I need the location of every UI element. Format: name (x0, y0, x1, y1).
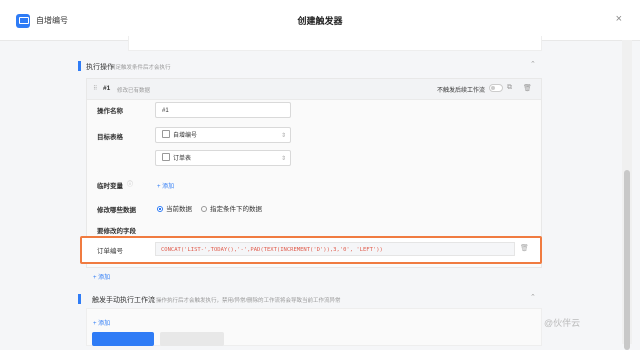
collapse-icon[interactable]: ⌃ (530, 293, 536, 301)
radio-condition-label: 指定条件下的数据 (210, 206, 262, 213)
close-icon[interactable]: × (616, 13, 622, 25)
add-manual-link[interactable]: + 添加 (93, 318, 110, 327)
fields-label: 要修改的字段 (97, 228, 136, 235)
target-table-select[interactable]: 订单表 ⇕ (155, 150, 291, 166)
formula-text: CONCAT('LIST-',TODAY(),'-',PAD(TEXT(INCR… (161, 247, 383, 253)
collapse-icon[interactable]: ⌃ (530, 60, 536, 68)
info-icon[interactable]: ⓘ (127, 179, 133, 188)
dialog-title: 创建触发器 (297, 16, 343, 26)
radio-current-icon[interactable] (157, 206, 163, 212)
manual-section-description: 操作执行后才会触发执行，禁用/异常/删除的工作流将会导致当前工作流异常 (156, 298, 341, 304)
action-index: #1 (103, 85, 111, 92)
radio-condition-icon[interactable] (201, 206, 207, 212)
section-marker (78, 61, 81, 71)
target-app-value: 自增编号 (173, 133, 198, 139)
temp-var-label: 临时变量 (97, 183, 123, 190)
no-trigger-toggle[interactable] (489, 84, 503, 92)
field-name: 订单编号 (97, 248, 123, 255)
select-arrows-icon: ⇕ (280, 156, 286, 162)
name-value: #1 (162, 108, 169, 114)
copy-icon[interactable]: ⧉ (507, 84, 512, 92)
name-input[interactable]: #1 (155, 102, 291, 118)
section-marker (78, 294, 81, 304)
action-header: ⠿ #1 修改已有数据 不触发后续工作流 ⧉ 🗑 (87, 79, 541, 100)
add-action-link[interactable]: + 添加 (93, 272, 110, 281)
delete-icon[interactable]: 🗑 (523, 84, 532, 92)
scrollbar[interactable] (622, 40, 632, 350)
manual-section-title: 触发手动执行工作流 (92, 297, 155, 304)
previous-card (128, 36, 542, 51)
modify-which-label: 修改哪些数据 (97, 207, 136, 214)
drag-handle-icon[interactable]: ⠿ (93, 85, 97, 92)
manual-card (86, 308, 542, 346)
execute-section-description: 满足触发条件后才会执行 (110, 65, 171, 71)
radio-current-label: 当前数据 (166, 206, 192, 213)
radio-condition[interactable]: 指定条件下的数据 (201, 203, 262, 213)
scrollbar-thumb[interactable] (624, 170, 630, 350)
no-trigger-label: 不触发后续工作流 (437, 88, 486, 94)
add-temp-var-link[interactable]: + 添加 (157, 181, 174, 190)
target-label: 目标表格 (97, 134, 123, 141)
app-table-icon (162, 130, 170, 138)
watermark: @伙伴云 (544, 318, 581, 328)
action-subtitle: 修改已有数据 (117, 87, 151, 94)
field-delete-icon[interactable]: 🗑 (520, 244, 529, 252)
name-label: 操作名称 (97, 108, 123, 115)
target-table-value: 订单表 (173, 156, 192, 162)
target-app-select[interactable]: 自增编号 ⇕ (155, 127, 291, 143)
select-arrows-icon: ⇕ (280, 133, 286, 139)
title-bar: 自增编号 创建触发器 × (0, 0, 640, 41)
table-icon (162, 153, 170, 161)
radio-current[interactable]: 当前数据 (157, 203, 192, 213)
formula-input[interactable]: CONCAT('LIST-',TODAY(),'-',PAD(TEXT(INCR… (155, 242, 515, 256)
